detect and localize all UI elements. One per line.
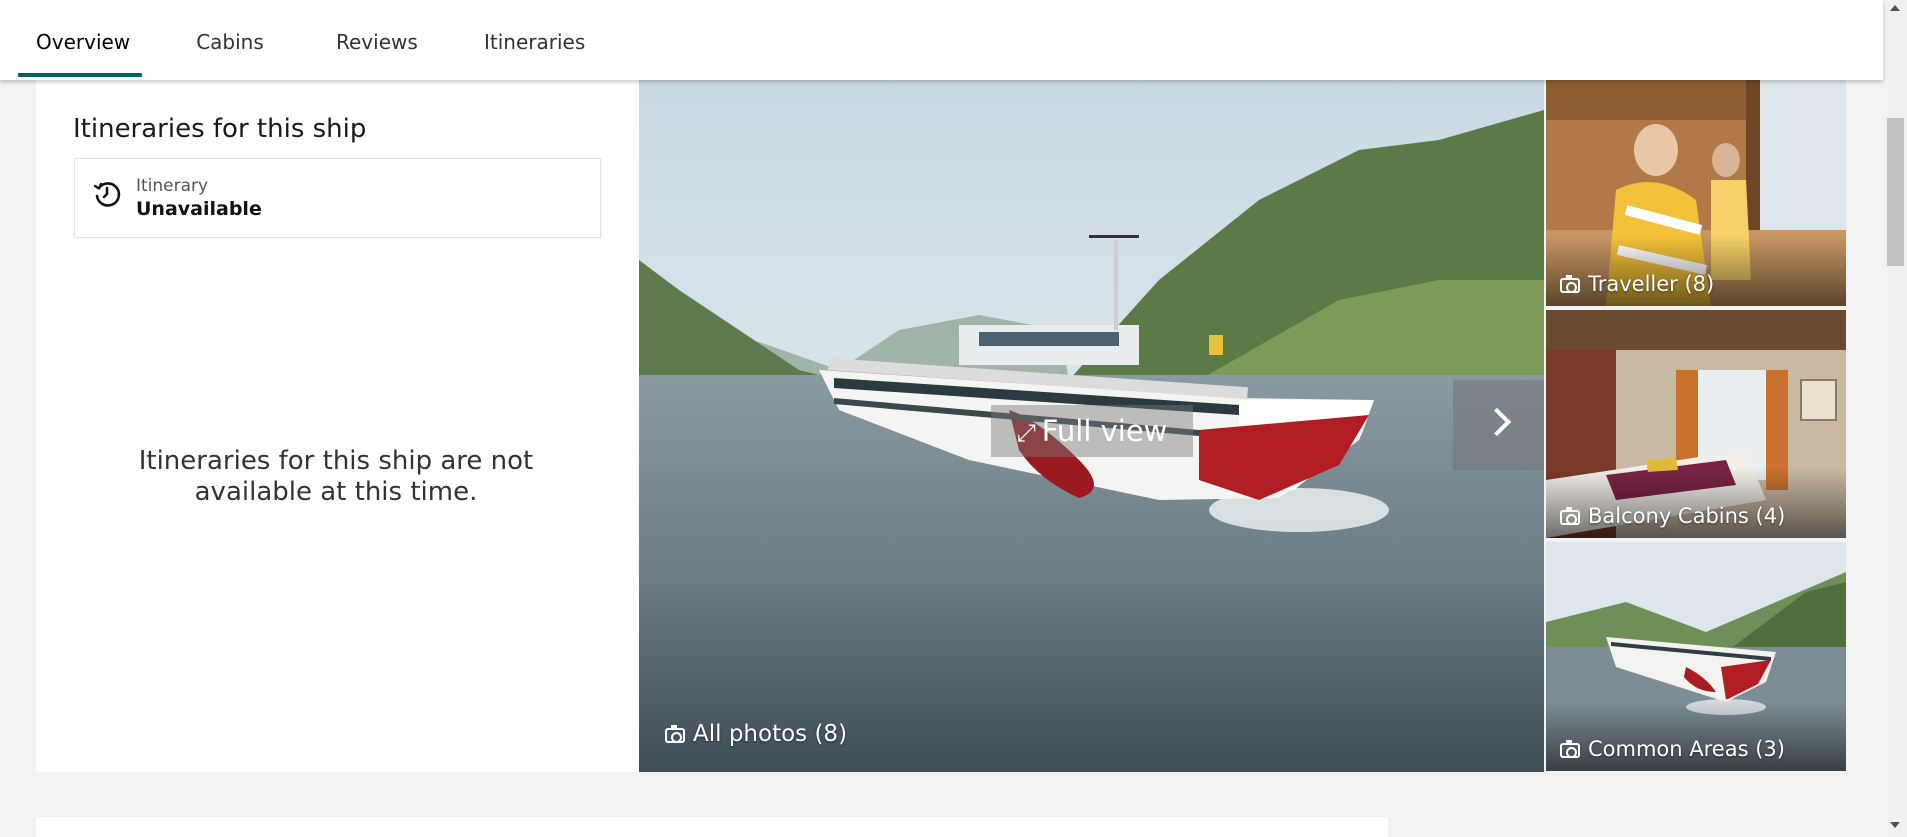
itineraries-panel: Itineraries for this ship Itinerary Unav…: [36, 80, 639, 772]
camera-icon: [1560, 740, 1580, 758]
scroll-down-arrow-icon[interactable]: [1890, 822, 1900, 828]
itinerary-status-value: Unavailable: [136, 198, 262, 220]
thumbnail-balcony-cabins[interactable]: Balcony Cabins (4): [1546, 310, 1846, 538]
full-view-label: Full view: [1041, 414, 1168, 448]
thumbnail-traveller[interactable]: Traveller (8): [1546, 80, 1846, 306]
all-photos-label: All photos (8): [693, 721, 848, 747]
next-section-card: [36, 817, 1388, 837]
all-photos-link[interactable]: All photos (8): [665, 721, 847, 747]
itinerary-status-box: Itinerary Unavailable: [74, 158, 601, 238]
no-itineraries-message: Itineraries for this ship are not availa…: [138, 446, 534, 507]
next-photo-button[interactable]: [1453, 380, 1544, 470]
main-ship-photo[interactable]: ⤢ Full view All photos (8): [639, 80, 1544, 772]
common-areas-label: Common Areas (3): [1588, 737, 1785, 761]
tab-itineraries[interactable]: Itineraries: [484, 0, 585, 80]
active-tab-indicator: [18, 73, 142, 77]
scrollbar-thumb[interactable]: [1887, 118, 1904, 266]
balcony-cabins-label: Balcony Cabins (4): [1588, 504, 1786, 528]
section-tab-bar: Overview Cabins Reviews Itineraries: [0, 0, 1883, 80]
page-scrollbar[interactable]: [1883, 0, 1907, 834]
thumbnail-label: Balcony Cabins (4): [1560, 504, 1785, 528]
chevron-right-icon: [1482, 407, 1512, 437]
clock-history-icon: [93, 182, 121, 207]
full-view-button[interactable]: ⤢ Full view: [991, 405, 1193, 457]
camera-icon: [665, 725, 685, 743]
thumbnail-label: Common Areas (3): [1560, 737, 1785, 761]
panel-title: Itineraries for this ship: [73, 114, 367, 144]
tab-overview[interactable]: Overview: [36, 0, 130, 80]
traveller-label: Traveller (8): [1588, 272, 1715, 296]
itinerary-label: Itinerary: [136, 176, 209, 196]
camera-icon: [1560, 275, 1580, 293]
scroll-up-arrow-icon[interactable]: [1890, 5, 1900, 11]
tab-cabins[interactable]: Cabins: [196, 0, 264, 80]
thumbnail-label: Traveller (8): [1560, 272, 1714, 296]
tab-reviews[interactable]: Reviews: [336, 0, 418, 80]
expand-icon: ⤢: [1016, 419, 1036, 447]
camera-icon: [1560, 507, 1580, 525]
thumbnail-common-areas[interactable]: Common Areas (3): [1546, 542, 1846, 771]
